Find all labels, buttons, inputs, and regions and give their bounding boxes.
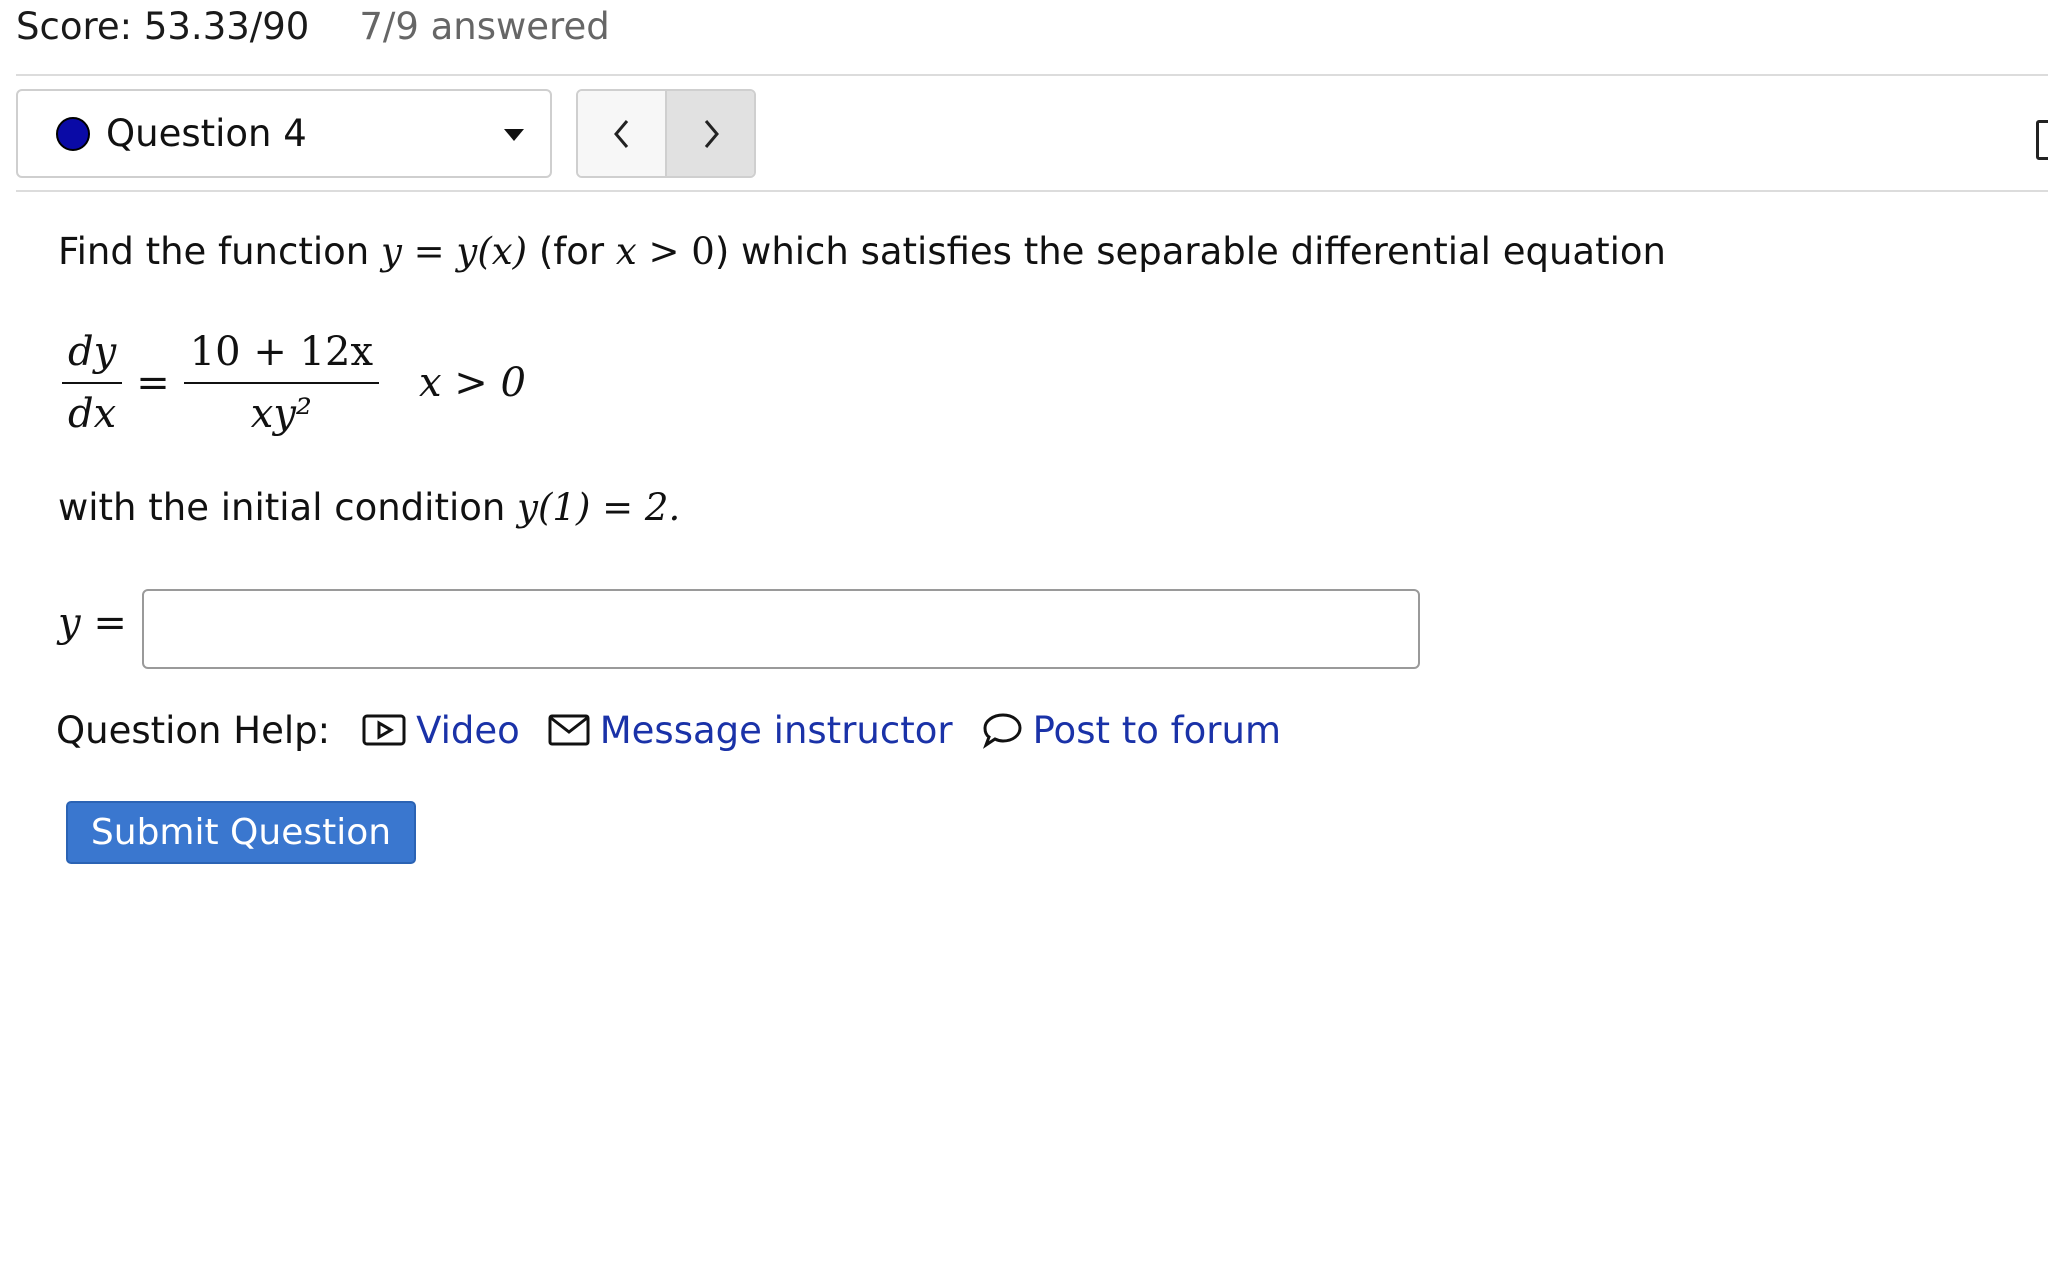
differential-equation: dy dx = 10 + 12x xy² x > 0 xyxy=(62,318,526,448)
submit-question-button[interactable]: Submit Question xyxy=(66,801,416,864)
score-text: Score: 53.33/90 xyxy=(16,4,310,48)
domain-condition: x > 0 xyxy=(419,360,526,406)
answered-count: 7/9 answered xyxy=(359,4,610,48)
status-dot-icon xyxy=(56,116,90,151)
chevron-down-icon xyxy=(504,129,524,141)
chevron-right-icon xyxy=(704,119,719,148)
question-select[interactable]: Question 4 xyxy=(16,89,552,178)
initial-condition: with the initial condition y(1) = 2. xyxy=(58,486,681,529)
video-icon xyxy=(362,713,406,747)
rhs-fraction: 10 + 12x xy² xyxy=(183,330,380,436)
message-instructor-link[interactable]: Message instructor xyxy=(548,709,953,752)
problem-statement: Find the function y = y(x) (for x > 0) w… xyxy=(58,230,1666,273)
speech-bubble-icon xyxy=(981,711,1023,749)
fullscreen-icon[interactable] xyxy=(2036,120,2048,160)
next-question-button[interactable] xyxy=(665,91,754,176)
divider xyxy=(16,190,2048,192)
question-help-label: Question Help: xyxy=(56,708,331,752)
chevron-left-icon xyxy=(613,119,628,148)
post-to-forum-link[interactable]: Post to forum xyxy=(981,709,1281,752)
video-link[interactable]: Video xyxy=(362,709,520,752)
question-help: Question Help: Video Message instructor … xyxy=(56,704,1309,756)
previous-question-button[interactable] xyxy=(578,91,665,176)
derivative-fraction: dy dx xyxy=(62,330,123,436)
question-select-label: Question 4 xyxy=(106,112,307,155)
answer-input[interactable] xyxy=(142,589,1420,669)
envelope-icon xyxy=(548,713,590,747)
divider xyxy=(16,74,2048,76)
answer-label: y = xyxy=(58,600,127,646)
question-pager xyxy=(576,89,756,178)
score-bar: Score: 53.33/90 7/9 answered xyxy=(16,0,610,52)
